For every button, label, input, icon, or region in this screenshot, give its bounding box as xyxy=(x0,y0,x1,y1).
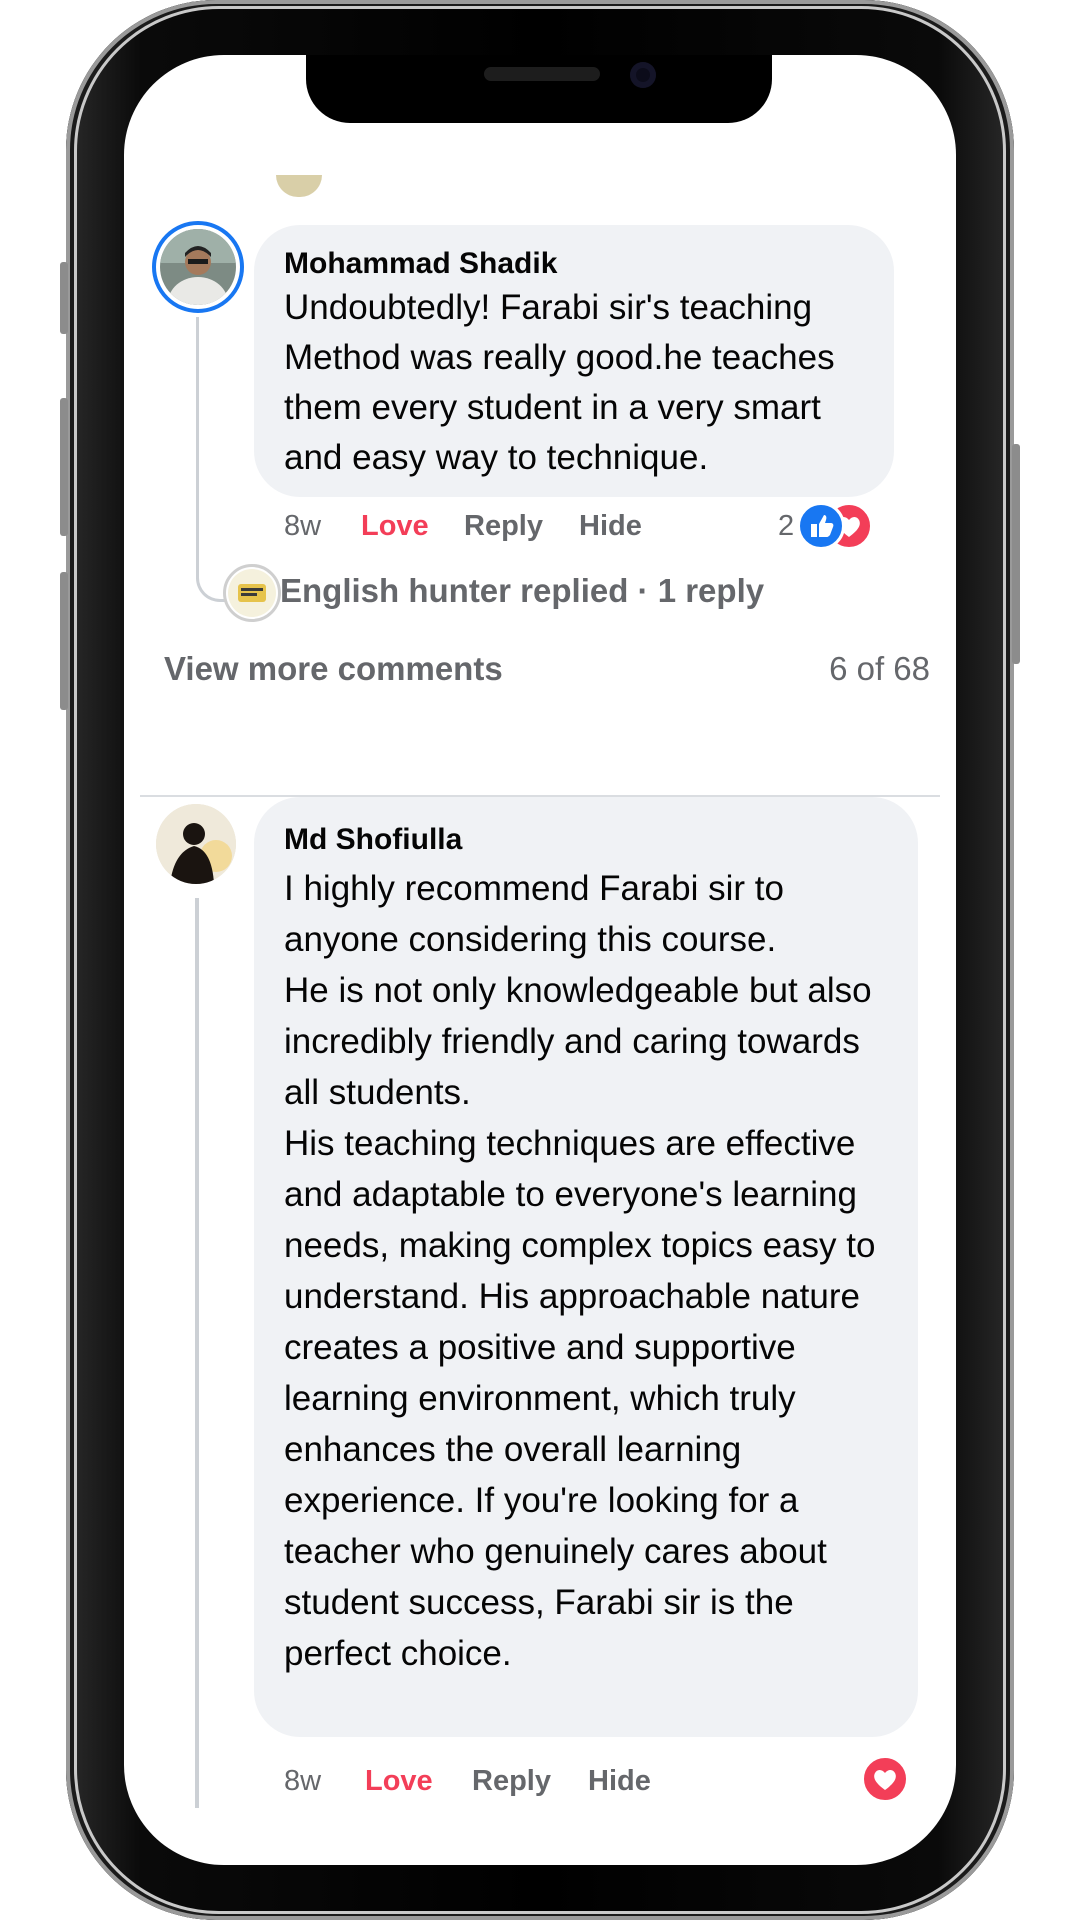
comment-actions: 8w Love Reply Hide xyxy=(124,1765,956,1805)
comment-bubble: Md Shofiulla I highly recommend Farabi s… xyxy=(254,797,918,1737)
reaction-count[interactable]: 2 xyxy=(778,510,794,543)
phone-screen: Mohammad Shadik Undoubtedly! Farabi sir'… xyxy=(124,55,956,1865)
heart-icon xyxy=(861,1755,909,1803)
comment-bubble: Mohammad Shadik Undoubtedly! Farabi sir'… xyxy=(254,225,894,497)
thread-line xyxy=(195,898,199,1808)
reply-button[interactable]: Reply xyxy=(472,1765,551,1798)
comment-text: I highly recommend Farabi sir to anyone … xyxy=(284,869,876,1673)
volume-down-button xyxy=(60,572,68,710)
power-button xyxy=(1012,444,1020,664)
comment-text: Undoubtedly! Farabi sir's teaching Metho… xyxy=(284,288,835,477)
comment-time[interactable]: 8w xyxy=(284,1765,321,1798)
hide-button[interactable]: Hide xyxy=(579,510,642,543)
comment-author[interactable]: Mohammad Shadik xyxy=(284,247,864,281)
reaction-button[interactable]: Love xyxy=(361,510,429,543)
hide-button[interactable]: Hide xyxy=(588,1765,651,1798)
previous-comment-avatar-edge xyxy=(276,175,322,197)
avatar-photo xyxy=(156,804,236,884)
reply-button[interactable]: Reply xyxy=(464,510,543,543)
volume-up-button xyxy=(60,398,68,536)
comment-time[interactable]: 8w xyxy=(284,510,321,543)
reply-summary-link[interactable]: English hunter replied · 1 reply xyxy=(280,572,764,610)
reaction-button[interactable]: Love xyxy=(365,1765,433,1798)
like-icon xyxy=(797,502,845,550)
notch xyxy=(306,55,772,123)
avatar[interactable] xyxy=(152,221,244,313)
comment-author[interactable]: Md Shofiulla xyxy=(284,823,888,857)
english-hunter-logo xyxy=(228,569,276,617)
comment-position-counter: 6 of 68 xyxy=(829,650,930,687)
avatar-photo xyxy=(160,229,236,305)
avatar[interactable] xyxy=(156,804,236,884)
front-camera xyxy=(630,62,656,88)
reply-author-avatar[interactable] xyxy=(223,564,281,622)
view-more-comments-link[interactable]: View more comments xyxy=(164,650,503,688)
earpiece-speaker xyxy=(484,67,600,81)
mute-switch xyxy=(60,262,68,334)
